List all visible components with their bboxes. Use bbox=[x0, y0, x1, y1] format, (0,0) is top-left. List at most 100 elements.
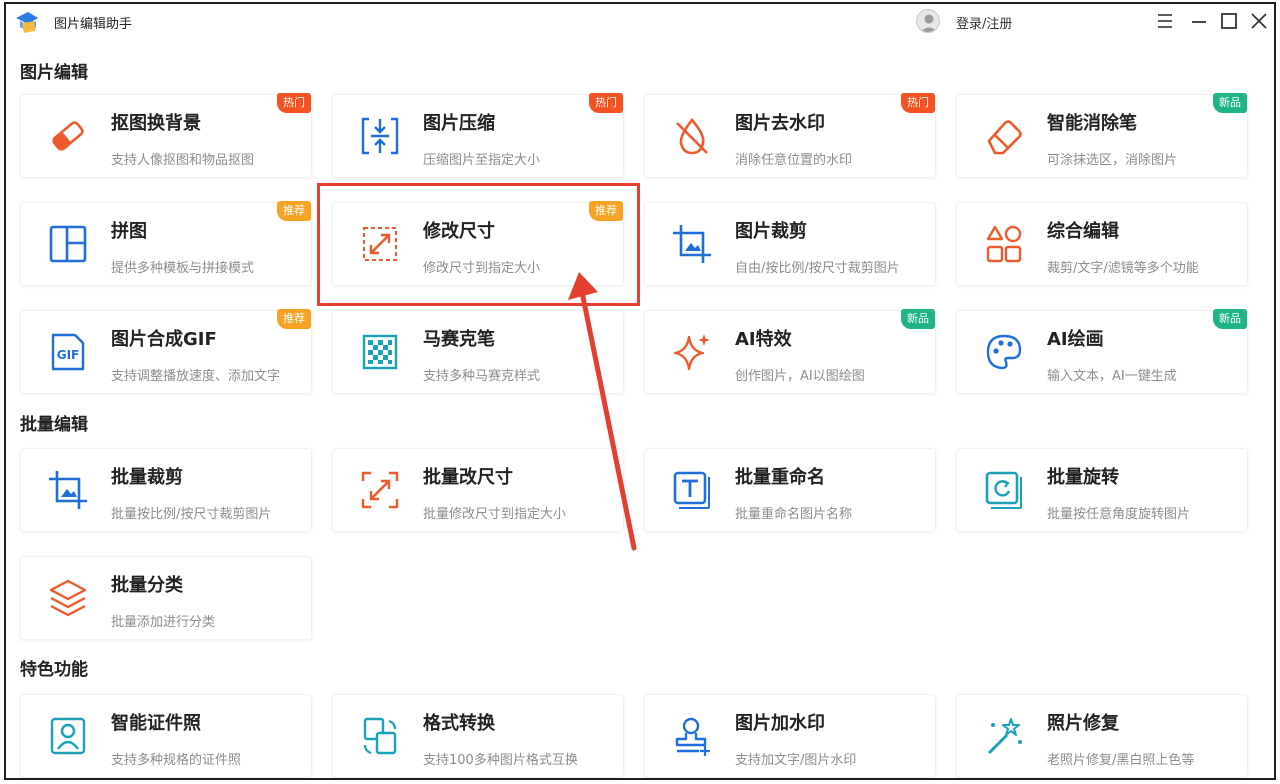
card-title: 图片合成GIF bbox=[111, 329, 217, 350]
new-badge: 新品 bbox=[1213, 309, 1247, 329]
card-title: 拼图 bbox=[111, 221, 147, 242]
card-title: 格式转换 bbox=[423, 713, 495, 734]
card-title: 智能消除笔 bbox=[1047, 113, 1137, 134]
card-title: 图片加水印 bbox=[735, 713, 825, 734]
card-title: 智能证件照 bbox=[111, 713, 201, 734]
crop-icon bbox=[673, 225, 711, 263]
minimize-icon[interactable] bbox=[1188, 10, 1210, 32]
layers-icon bbox=[49, 579, 87, 617]
card-title: 批量裁剪 bbox=[111, 467, 183, 488]
card-title: 批量分类 bbox=[111, 575, 183, 596]
card-title: 抠图换背景 bbox=[111, 113, 201, 134]
card-desc: 老照片修复/黑白照上色等 bbox=[1047, 753, 1195, 768]
hot-badge: 热门 bbox=[277, 93, 311, 113]
card-batch-rename[interactable]: 批量重命名 批量重命名图片名称 bbox=[644, 448, 936, 532]
card-desc: 支持加文字/图片水印 bbox=[735, 753, 857, 768]
hot-badge: 热门 bbox=[589, 93, 623, 113]
crop-icon bbox=[49, 471, 87, 509]
card-batch-resize[interactable]: 批量改尺寸 批量修改尺寸到指定大小 bbox=[332, 448, 624, 532]
card-title: AI绘画 bbox=[1047, 329, 1104, 350]
title-bar: 图片编辑助手 登录/注册 bbox=[6, 4, 1274, 40]
card-title: 批量重命名 bbox=[735, 467, 825, 488]
gif-icon-text: GIF bbox=[57, 348, 80, 362]
recommend-badge: 推荐 bbox=[277, 201, 311, 221]
card-format-convert[interactable]: 格式转换 支持100多种图片格式互换 bbox=[332, 694, 624, 778]
section-title-special: 特色功能 bbox=[20, 660, 88, 680]
section-title-batch: 批量编辑 bbox=[20, 415, 88, 435]
highlight-box bbox=[317, 183, 640, 306]
card-desc: 创作图片，AI以图绘图 bbox=[735, 369, 865, 384]
card-desc: 批量重命名图片名称 bbox=[735, 507, 853, 522]
card-add-watermark[interactable]: 图片加水印 支持加文字/图片水印 bbox=[644, 694, 936, 778]
card-title: 图片裁剪 bbox=[735, 221, 807, 242]
drop-slash-icon bbox=[676, 117, 708, 155]
card-id-photo[interactable]: 智能证件照 支持多种规格的证件照 bbox=[20, 694, 312, 778]
convert-icon bbox=[363, 717, 397, 755]
new-badge: 新品 bbox=[901, 309, 935, 329]
portrait-icon bbox=[50, 717, 86, 755]
card-batch-classify[interactable]: 批量分类 批量添加进行分类 bbox=[20, 556, 312, 640]
card-cutout[interactable]: 抠图换背景 支持人像抠图和物品抠图 热门 bbox=[20, 93, 312, 178]
gif-icon: GIF bbox=[51, 333, 85, 371]
card-desc: 批量添加进行分类 bbox=[111, 615, 216, 630]
card-title: 批量改尺寸 bbox=[423, 467, 513, 488]
card-title: 综合编辑 bbox=[1047, 221, 1119, 242]
card-title: 批量旋转 bbox=[1047, 467, 1119, 488]
card-compress[interactable]: 图片压缩 压缩图片至指定大小 热门 bbox=[332, 93, 624, 178]
mosaic-icon bbox=[362, 334, 398, 370]
app-window: 图片编辑助手 登录/注册 图片编辑 抠图换背景 支持人像抠图和物品抠图 热门 图… bbox=[4, 2, 1276, 780]
eraser-pen-icon bbox=[987, 120, 1022, 155]
palette-icon bbox=[986, 334, 1022, 370]
rotate-icon bbox=[985, 471, 1022, 509]
user-icon bbox=[920, 14, 938, 32]
maximize-icon[interactable] bbox=[1218, 10, 1240, 32]
card-title: 照片修复 bbox=[1047, 713, 1119, 734]
card-gif[interactable]: GIF 图片合成GIF 支持调整播放速度、添加文字 推荐 bbox=[20, 309, 312, 394]
stamp-icon bbox=[675, 717, 710, 756]
card-watermark-remove[interactable]: 图片去水印 消除任意位置的水印 热门 bbox=[644, 93, 936, 178]
card-desc: 批量修改尺寸到指定大小 bbox=[423, 507, 567, 522]
card-desc: 支持多种规格的证件照 bbox=[111, 753, 242, 768]
resize-icon bbox=[361, 471, 399, 509]
menu-icon[interactable] bbox=[1154, 10, 1176, 32]
card-photo-repair[interactable]: 照片修复 老照片修复/黑白照上色等 bbox=[956, 694, 1248, 778]
card-desc: 支持100多种图片格式互换 bbox=[423, 753, 578, 768]
new-badge: 新品 bbox=[1213, 93, 1247, 113]
card-desc: 批量按任意角度旋转图片 bbox=[1047, 507, 1191, 522]
card-batch-rotate[interactable]: 批量旋转 批量按任意角度旋转图片 bbox=[956, 448, 1248, 532]
layout-icon bbox=[49, 225, 87, 263]
card-desc: 压缩图片至指定大小 bbox=[423, 153, 541, 168]
card-batch-crop[interactable]: 批量裁剪 批量按比例/按尺寸裁剪图片 bbox=[20, 448, 312, 532]
card-ai-paint[interactable]: AI绘画 输入文本，AI一键生成 新品 bbox=[956, 309, 1248, 394]
card-desc: 消除任意位置的水印 bbox=[735, 153, 853, 168]
text-icon bbox=[673, 471, 710, 509]
card-desc: 自由/按比例/按尺寸裁剪图片 bbox=[735, 261, 900, 276]
card-title: 马赛克笔 bbox=[423, 329, 495, 350]
app-title: 图片编辑助手 bbox=[54, 17, 133, 32]
card-desc: 支持多种马赛克样式 bbox=[423, 369, 541, 384]
sparkle-icon bbox=[673, 334, 710, 371]
card-desc: 输入文本，AI一键生成 bbox=[1047, 369, 1177, 384]
card-title: 图片去水印 bbox=[735, 113, 825, 134]
card-desc: 支持调整播放速度、添加文字 bbox=[111, 369, 281, 384]
card-collage[interactable]: 拼图 提供多种模板与拼接模式 推荐 bbox=[20, 201, 312, 286]
eraser-icon bbox=[52, 121, 84, 151]
card-desc: 支持人像抠图和物品抠图 bbox=[111, 153, 255, 168]
card-ai-effect[interactable]: AI特效 创作图片，AI以图绘图 新品 bbox=[644, 309, 936, 394]
close-icon[interactable] bbox=[1248, 10, 1270, 32]
card-crop[interactable]: 图片裁剪 自由/按比例/按尺寸裁剪图片 bbox=[644, 202, 936, 286]
card-desc: 裁剪/文字/滤镜等多个功能 bbox=[1047, 261, 1199, 276]
card-composite[interactable]: 综合编辑 裁剪/文字/滤镜等多个功能 bbox=[956, 202, 1248, 286]
login-register-link[interactable]: 登录/注册 bbox=[956, 13, 1012, 32]
compress-icon bbox=[361, 117, 399, 155]
card-desc: 批量按比例/按尺寸裁剪图片 bbox=[111, 507, 272, 522]
app-logo-icon bbox=[16, 12, 38, 33]
card-title: 图片压缩 bbox=[423, 113, 495, 134]
user-avatar[interactable] bbox=[916, 9, 940, 33]
recommend-badge: 推荐 bbox=[277, 309, 311, 329]
card-smart-eraser[interactable]: 智能消除笔 可涂抹选区，消除图片 新品 bbox=[956, 93, 1248, 178]
section-title-edit: 图片编辑 bbox=[20, 63, 88, 83]
card-title: AI特效 bbox=[735, 329, 792, 350]
card-mosaic[interactable]: 马赛克笔 支持多种马赛克样式 bbox=[332, 310, 624, 394]
shapes-icon bbox=[986, 225, 1022, 263]
